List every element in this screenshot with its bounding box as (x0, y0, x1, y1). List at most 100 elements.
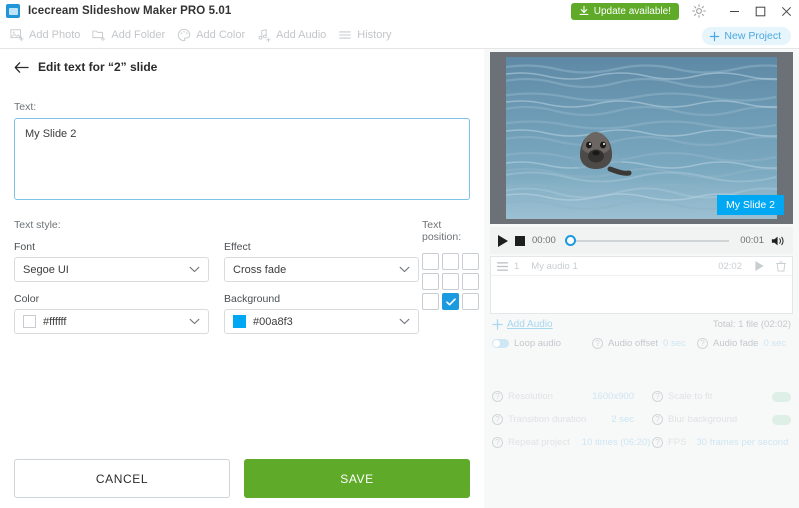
save-button[interactable]: SAVE (244, 459, 470, 498)
page-title: Edit text for “2” slide (38, 60, 158, 74)
text-position-cell-6[interactable] (462, 273, 479, 290)
close-icon (781, 6, 791, 16)
text-position-cell-1[interactable] (422, 253, 439, 270)
text-position-cell-4[interactable] (422, 273, 439, 290)
font-label: Font (14, 241, 36, 253)
help-icon[interactable]: ? (592, 338, 603, 349)
background-label: Background (224, 293, 281, 305)
help-icon[interactable]: ? (697, 338, 708, 349)
text-position-cell-2[interactable] (442, 253, 459, 270)
audio-play-icon[interactable] (755, 261, 764, 271)
text-field-label: Text: (14, 101, 37, 113)
stop-icon[interactable] (515, 235, 525, 246)
text-position-cell-5[interactable] (442, 273, 459, 290)
audio-track-row[interactable]: 1 My audio 1 02:02 (491, 257, 792, 276)
text-input-wrap (14, 118, 470, 205)
text-position-cell-8[interactable] (442, 293, 459, 310)
new-project-button[interactable]: New Project (702, 27, 791, 45)
transition-value[interactable]: 2 sec (611, 414, 634, 425)
toolbar-item-add-audio[interactable]: Add Audio (257, 28, 326, 42)
blur-background-toggle[interactable] (772, 414, 791, 425)
text-position-label: Text position: (422, 219, 462, 243)
repeat-value[interactable]: 10 times (06:20) (582, 437, 651, 448)
seek-knob[interactable] (564, 234, 576, 246)
text-position-cell-9[interactable] (462, 293, 479, 310)
toolbar-label: Add Photo (29, 29, 81, 41)
add-audio-link[interactable]: Add Audio (492, 319, 553, 330)
minimize-button[interactable] (721, 0, 747, 22)
seek-slider[interactable] (564, 234, 730, 246)
text-position-cell-7[interactable] (422, 293, 439, 310)
help-icon[interactable]: ? (492, 437, 503, 448)
video-preview[interactable]: My Slide 2 (490, 52, 793, 224)
settings-row-resolution: ? Resolution 1600x900 ? Scale to fit (492, 385, 791, 408)
settings-row-transition: ? Transition duration 2 sec ? Blur backg… (492, 408, 791, 431)
slide-caption: My Slide 2 (716, 195, 784, 215)
volume-icon[interactable] (771, 235, 785, 247)
cancel-button[interactable]: CANCEL (14, 459, 230, 498)
effect-select[interactable]: Cross fade (224, 257, 419, 282)
help-icon[interactable]: ? (492, 391, 503, 402)
settings-row-repeat: ? Repeat project 10 times (06:20) ? FPS … (492, 431, 791, 454)
delete-icon[interactable] (776, 260, 786, 272)
fps-value[interactable]: 30 frames per second (696, 437, 788, 448)
text-position-cell-3[interactable] (462, 253, 479, 270)
background-swatch (233, 315, 246, 328)
maximize-button[interactable] (747, 0, 773, 22)
help-icon[interactable]: ? (652, 437, 663, 448)
text-position-grid[interactable] (422, 253, 479, 310)
audio-track-duration: 02:02 (718, 260, 742, 272)
loop-audio-toggle[interactable] (492, 339, 509, 348)
chevron-down-icon (189, 318, 200, 325)
audio-track-number: 1 (514, 260, 520, 272)
text-color-select[interactable]: #ffffff (14, 309, 209, 334)
toolbar-item-add-folder[interactable]: Add Folder (92, 28, 165, 42)
audio-track-list: 1 My audio 1 02:02 (490, 256, 793, 314)
resolution-value[interactable]: 1600x900 (592, 391, 634, 402)
project-settings: ? Resolution 1600x900 ? Scale to fit ? T… (492, 385, 791, 454)
download-icon (579, 6, 589, 15)
toolbar-item-add-photo[interactable]: Add Photo (10, 28, 80, 42)
fps-label: FPS (668, 437, 687, 448)
toolbar-item-add-color[interactable]: Add Color (177, 28, 245, 42)
app-window: Icecream Slideshow Maker PRO 5.01 Update… (0, 0, 799, 508)
drag-handle-icon[interactable] (497, 261, 508, 271)
font-select[interactable]: Segoe UI (14, 257, 209, 282)
chevron-down-icon (399, 318, 410, 325)
plus-icon (492, 319, 503, 330)
update-label: Update available! (593, 5, 671, 17)
toolbar-item-history[interactable]: History (338, 28, 392, 42)
update-available-button[interactable]: Update available! (570, 2, 679, 20)
close-button[interactable] (773, 0, 799, 22)
font-value: Segoe UI (23, 263, 69, 276)
background-value: #00a8f3 (253, 315, 293, 328)
slide-text-input[interactable] (14, 118, 470, 200)
effect-label: Effect (224, 241, 251, 253)
loop-audio-label: Loop audio (514, 338, 562, 349)
scale-to-fit-label: Scale to fit (668, 391, 713, 402)
add-audio-label: Add Audio (507, 319, 553, 330)
audio-fade-value[interactable]: 0 sec (763, 338, 786, 349)
total-time: 00:01 (740, 235, 764, 246)
help-icon[interactable]: ? (652, 391, 663, 402)
play-icon[interactable] (498, 234, 508, 247)
background-color-select[interactable]: #00a8f3 (224, 309, 419, 334)
audio-offset-value[interactable]: 0 sec (663, 338, 686, 349)
app-title: Icecream Slideshow Maker PRO 5.01 (28, 5, 232, 17)
gear-icon[interactable] (691, 3, 707, 19)
help-icon[interactable]: ? (652, 414, 663, 425)
minimize-icon (729, 10, 739, 12)
add-audio-icon (258, 29, 271, 42)
help-icon[interactable]: ? (492, 414, 503, 425)
blur-background-label: Blur background (668, 414, 738, 425)
toolbar-label: Add Audio (276, 29, 327, 41)
audio-track-name: My audio 1 (531, 260, 578, 272)
audio-fade-label: Audio fade (713, 338, 759, 349)
plus-icon (710, 31, 720, 41)
repeat-label: Repeat project (508, 437, 570, 448)
back-button[interactable]: Edit text for “2” slide (14, 60, 484, 74)
toolbar-label: History (357, 29, 392, 41)
color-swatch (23, 315, 36, 328)
add-folder-icon (92, 30, 106, 42)
scale-to-fit-toggle[interactable] (772, 391, 791, 402)
